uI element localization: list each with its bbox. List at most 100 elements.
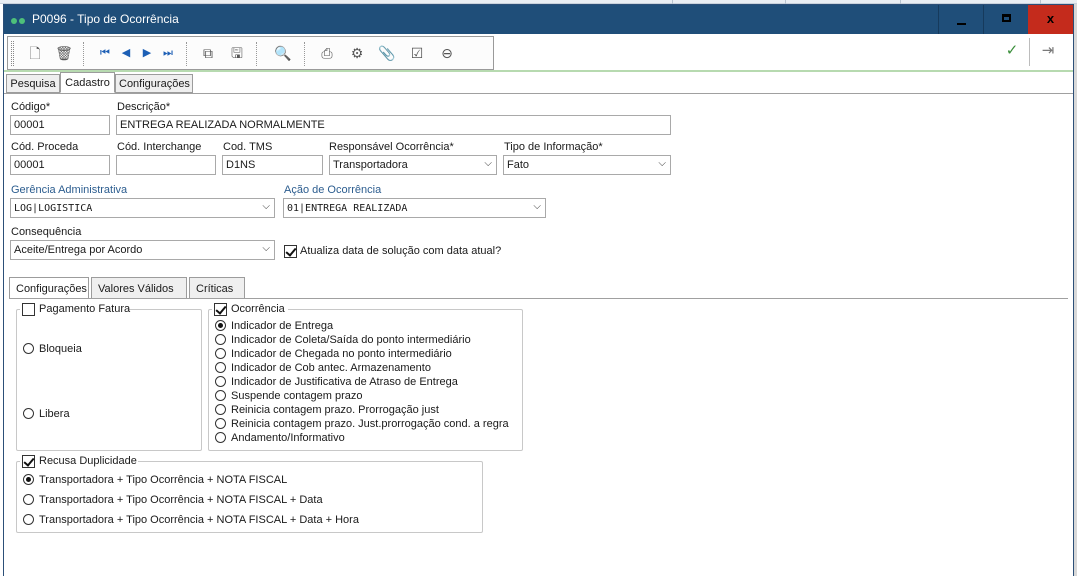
bloqueia-label[interactable]: Bloqueia <box>39 343 82 355</box>
indicador-coleta-radio[interactable] <box>215 334 226 345</box>
copy-icon[interactable]: ⧉ <box>198 43 218 63</box>
suspende-label[interactable]: Suspende contagem prazo <box>231 390 362 402</box>
toolbar-separator <box>304 42 305 66</box>
dup-hora-label[interactable]: Transportadora + Tipo Ocorrência + NOTA … <box>39 514 359 526</box>
cod-tms-field[interactable]: D1NS <box>222 155 323 175</box>
reinicia-regra-radio[interactable] <box>215 418 226 429</box>
indicador-cob-radio[interactable] <box>215 362 226 373</box>
chevron-down-icon: ⌵ <box>262 243 270 254</box>
close-button[interactable]: x <box>1028 5 1073 34</box>
chevron-down-icon: ⌵ <box>262 201 270 212</box>
acao-label: Ação de Ocorrência <box>284 184 382 196</box>
indicador-chegada-label[interactable]: Indicador de Chegada no ponto intermediá… <box>231 348 452 360</box>
last-record-icon[interactable]: ⏭ <box>158 43 178 63</box>
pagamento-checkbox[interactable] <box>22 303 35 316</box>
duplicidade-checkbox[interactable] <box>22 455 35 468</box>
indicador-entrega-label[interactable]: Indicador de Entrega <box>231 320 333 332</box>
atualiza-data-checkbox[interactable] <box>284 245 297 258</box>
cod-proceda-field[interactable]: 00001 <box>10 155 110 175</box>
reinicia-regra-label[interactable]: Reinicia contagem prazo. Just.prorrogaçã… <box>231 418 509 430</box>
descricao-field[interactable]: ENTREGA REALIZADA NORMALMENTE <box>116 115 671 135</box>
chevron-down-icon: ⌵ <box>658 158 666 169</box>
dup-data-label[interactable]: Transportadora + Tipo Ocorrência + NOTA … <box>39 494 323 506</box>
save-icon[interactable]: 🖫 <box>227 43 247 63</box>
responsavel-label: Responsável Ocorrência* <box>329 141 454 153</box>
atualiza-data-label[interactable]: Atualiza data de solução com data atual? <box>300 245 501 257</box>
tab-inner-configuracoes[interactable]: Configurações <box>9 277 89 299</box>
reinicia-just-radio[interactable] <box>215 404 226 415</box>
libera-label[interactable]: Libera <box>39 408 70 420</box>
inner-tab-underline <box>9 298 1068 299</box>
gerencia-select[interactable]: LOG|LOGISTICA ⌵ <box>10 198 275 218</box>
indicador-coleta-label[interactable]: Indicador de Coleta/Saída do ponto inter… <box>231 334 471 346</box>
consequencia-label: Consequência <box>11 226 82 238</box>
pagamento-title[interactable]: Pagamento Fatura <box>39 303 130 315</box>
descricao-label: Descrição* <box>117 101 171 113</box>
exit-icon[interactable]: ⇥ <box>1038 41 1058 61</box>
responsavel-select[interactable]: Transportadora ⌵ <box>329 155 497 175</box>
minimize-button[interactable] <box>938 5 983 34</box>
first-record-icon[interactable]: ⏮ <box>95 43 115 63</box>
tab-pesquisa[interactable]: Pesquisa <box>6 74 60 93</box>
suspende-radio[interactable] <box>215 390 226 401</box>
main-window: P0096 - Tipo de Ocorrência x 🗋 🗑 ⏮ ◀ ▶ ⏭… <box>3 4 1074 576</box>
tab-valores-validos[interactable]: Valores Válidos <box>91 277 187 299</box>
toolbar-separator <box>83 42 84 66</box>
toolbar-grip[interactable] <box>11 41 14 66</box>
toolbar-separator <box>256 42 257 66</box>
print-icon[interactable]: ⎙ <box>317 43 337 63</box>
close-icon: x <box>1046 11 1055 26</box>
tab-cadastro[interactable]: Cadastro <box>60 72 115 93</box>
link-icon[interactable]: ⊖ <box>437 43 457 63</box>
search-icon[interactable]: 🔍 <box>273 43 293 63</box>
dup-nota-label[interactable]: Transportadora + Tipo Ocorrência + NOTA … <box>39 474 287 486</box>
maximize-button[interactable] <box>983 5 1028 34</box>
cod-interchange-field[interactable] <box>116 155 216 175</box>
codigo-field[interactable]: 00001 <box>10 115 110 135</box>
checkbox-icon[interactable]: ☑ <box>407 43 427 63</box>
indicador-justificativa-radio[interactable] <box>215 376 226 387</box>
indicador-cob-label[interactable]: Indicador de Cob antec. Armazenamento <box>231 362 431 374</box>
tab-configuracoes[interactable]: Configurações <box>115 74 193 93</box>
ocorrencia-title[interactable]: Ocorrência <box>231 303 285 315</box>
pagamento-group <box>16 309 202 451</box>
ocorrencia-checkbox[interactable] <box>214 303 227 316</box>
title-bar: P0096 - Tipo de Ocorrência x <box>4 5 1073 34</box>
next-record-icon[interactable]: ▶ <box>137 43 157 63</box>
indicador-chegada-radio[interactable] <box>215 348 226 359</box>
indicador-entrega-radio[interactable] <box>215 320 226 331</box>
codigo-label: Código* <box>11 101 51 113</box>
attach-icon[interactable]: 📎 <box>377 43 397 63</box>
acao-select[interactable]: 01|ENTREGA REALIZADA ⌵ <box>283 198 546 218</box>
reinicia-just-label[interactable]: Reinicia contagem prazo. Prorrogação jus… <box>231 404 439 416</box>
chevron-down-icon: ⌵ <box>533 201 541 212</box>
confirm-icon[interactable]: ✓ <box>1002 41 1022 61</box>
tab-criticas[interactable]: Críticas <box>189 277 245 299</box>
previous-record-icon[interactable]: ◀ <box>116 43 136 63</box>
toolbar-divider <box>1029 38 1030 66</box>
new-document-icon[interactable]: 🗋 <box>25 43 45 63</box>
andamento-label[interactable]: Andamento/Informativo <box>231 432 345 444</box>
delete-icon[interactable]: 🗑 <box>54 43 74 63</box>
consequencia-value: Aceite/Entrega por Acordo <box>14 244 143 256</box>
dup-nota-radio[interactable] <box>23 474 34 485</box>
settings-icon[interactable]: ⚙ <box>347 43 367 63</box>
consequencia-select[interactable]: Aceite/Entrega por Acordo ⌵ <box>10 240 275 260</box>
dup-hora-radio[interactable] <box>23 514 34 525</box>
pagamento-header: Pagamento Fatura <box>20 302 130 317</box>
dup-data-radio[interactable] <box>23 494 34 505</box>
libera-radio[interactable] <box>23 408 34 419</box>
indicador-justificativa-label[interactable]: Indicador de Justificativa de Atraso de … <box>231 376 458 388</box>
bloqueia-radio[interactable] <box>23 343 34 354</box>
gerencia-value: LOG|LOGISTICA <box>14 203 93 214</box>
window-title: P0096 - Tipo de Ocorrência <box>32 12 179 26</box>
andamento-radio[interactable] <box>215 432 226 443</box>
tipo-informacao-value: Fato <box>507 159 530 171</box>
tipo-informacao-select[interactable]: Fato ⌵ <box>503 155 671 175</box>
duplicidade-title[interactable]: Recusa Duplicidade <box>39 455 137 467</box>
toolbar-separator <box>186 42 187 66</box>
tab-underline <box>4 93 1073 94</box>
duplicidade-header: Recusa Duplicidade <box>20 454 138 469</box>
toolbar: 🗋 🗑 ⏮ ◀ ▶ ⏭ ⧉ 🖫 🔍 ⎙ ⚙ 📎 ☑ ⊖ ✓ ⇥ <box>4 34 1073 72</box>
tipo-informacao-label: Tipo de Informação* <box>504 141 603 153</box>
